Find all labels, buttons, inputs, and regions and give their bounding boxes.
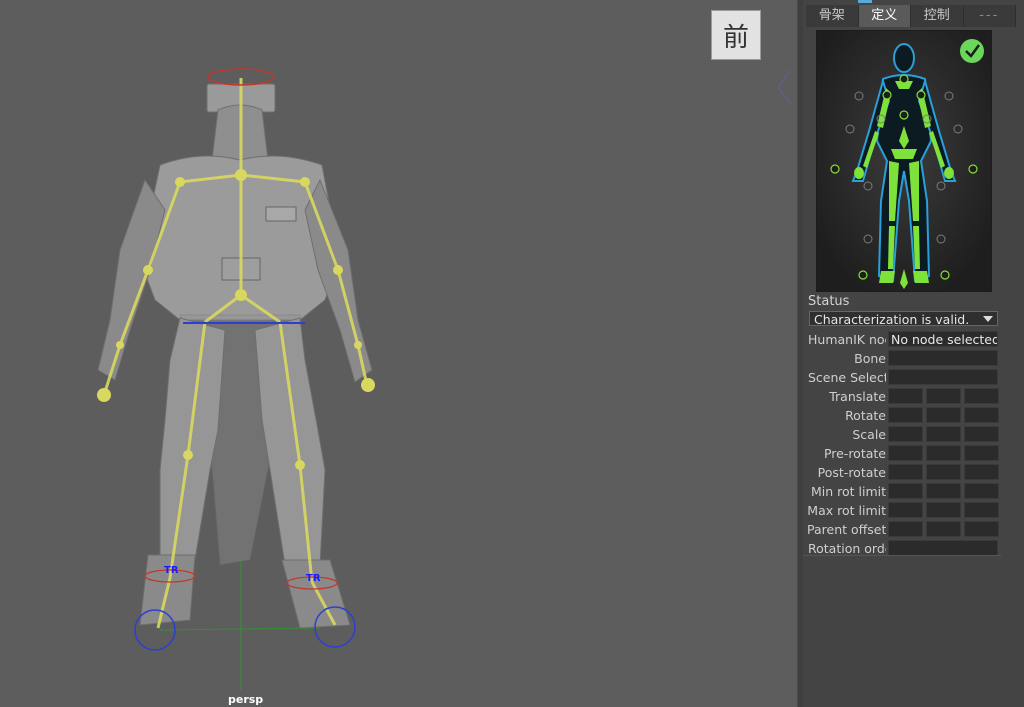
status-label: Status <box>808 294 850 309</box>
property-field-z[interactable] <box>964 521 999 537</box>
property-field-x[interactable] <box>888 407 923 423</box>
joint-label: TR <box>164 565 179 576</box>
property-label: Translate <box>829 389 886 404</box>
tab-definition[interactable]: 定义 <box>858 5 911 27</box>
property-label: Scene Selecti <box>808 370 886 385</box>
property-field-y[interactable] <box>926 445 961 461</box>
property-row: Parent offset <box>803 521 1024 538</box>
property-field-z[interactable] <box>964 426 999 442</box>
property-row: HumanIK noc No node selected. <box>803 331 1024 348</box>
property-row: Max rot limit <box>803 502 1024 519</box>
status-dropdown[interactable]: Characterization is valid. <box>809 311 998 327</box>
property-label: Post-rotate <box>817 465 886 480</box>
property-field-y[interactable] <box>926 388 961 404</box>
tab-accent <box>858 0 872 3</box>
property-field[interactable] <box>888 350 998 366</box>
view-cube-face-label: 前 <box>722 22 749 53</box>
tab-controls[interactable]: 控制 <box>911 5 964 27</box>
property-row: Min rot limit <box>803 483 1024 500</box>
property-field[interactable] <box>888 369 998 385</box>
property-label: Pre-rotate <box>823 446 886 461</box>
character-definition-figure[interactable] <box>816 30 992 292</box>
property-field[interactable] <box>888 540 998 556</box>
property-row: Post-rotate <box>803 464 1024 481</box>
character-mesh <box>97 83 373 629</box>
property-field-z[interactable] <box>964 502 999 518</box>
chevron-down-icon <box>983 316 993 322</box>
property-field[interactable]: No node selected. <box>888 331 998 347</box>
tab-bar: 骨架 定义 控制 --- <box>806 5 1016 27</box>
property-field-y[interactable] <box>926 502 961 518</box>
property-label: Min rot limit <box>810 484 886 499</box>
status-value: Characterization is valid. <box>814 312 970 327</box>
property-field-x[interactable] <box>888 483 923 499</box>
tab-more[interactable]: --- <box>964 5 1016 27</box>
property-field-z[interactable] <box>964 388 999 404</box>
property-row: Rotate <box>803 407 1024 424</box>
property-field-z[interactable] <box>964 407 999 423</box>
property-field-y[interactable] <box>926 426 961 442</box>
property-field-x[interactable] <box>888 464 923 480</box>
property-row: Scene Selecti <box>803 369 1024 386</box>
property-field-z[interactable] <box>964 464 999 480</box>
property-field-x[interactable] <box>888 388 923 404</box>
joint-label: TR <box>306 573 321 584</box>
grid-axis-x <box>159 627 321 631</box>
property-label: Bone <box>854 351 886 366</box>
valid-check-icon <box>960 39 984 63</box>
camera-label: persp <box>228 693 264 706</box>
character-scene <box>97 68 793 690</box>
view-cube[interactable]: 前 <box>711 10 761 60</box>
property-field-y[interactable] <box>926 483 961 499</box>
property-row: Pre-rotate <box>803 445 1024 462</box>
property-field-x[interactable] <box>888 445 923 461</box>
persp-viewport[interactable]: TR TR 前 persp <box>0 0 797 707</box>
property-field-x[interactable] <box>888 502 923 518</box>
property-field-x[interactable] <box>888 426 923 442</box>
property-field-y[interactable] <box>926 407 961 423</box>
property-row: Translate <box>803 388 1024 405</box>
property-label: HumanIK noc <box>808 332 886 347</box>
body-map-icon <box>817 31 991 291</box>
property-field-y[interactable] <box>926 464 961 480</box>
property-label: Parent offset <box>807 522 886 537</box>
property-row: Bone <box>803 350 1024 367</box>
property-field-x[interactable] <box>888 521 923 537</box>
property-label: Rotate <box>845 408 886 423</box>
property-field-z[interactable] <box>964 483 999 499</box>
divider <box>803 555 1001 556</box>
property-row: Scale <box>803 426 1024 443</box>
property-field-y[interactable] <box>926 521 961 537</box>
property-label: Max rot limit <box>807 503 886 518</box>
humanik-panel: 骨架 定义 控制 --- Status Characterization is … <box>803 0 1024 707</box>
property-label: Scale <box>852 427 886 442</box>
property-field-z[interactable] <box>964 445 999 461</box>
tab-skeleton[interactable]: 骨架 <box>806 5 859 27</box>
offscreen-object <box>777 69 793 106</box>
